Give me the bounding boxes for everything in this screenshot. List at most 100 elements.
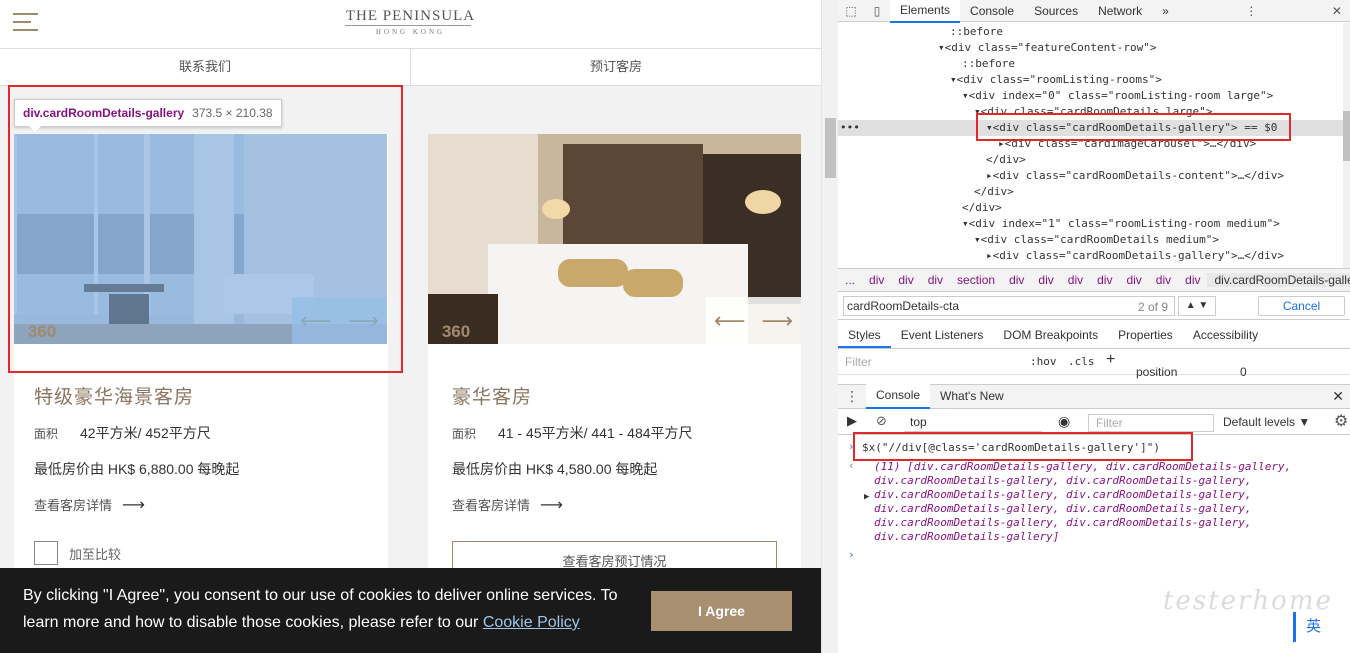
breadcrumb: ... div div div section div div div div div div div… [838,268,1350,292]
nav-book-room[interactable]: 预订客房 [411,49,821,85]
clear-console-icon[interactable]: ⊘ [876,413,887,429]
nav-contact-us[interactable]: 联系我们 [0,49,411,85]
top-nav: 联系我们 预订客房 [0,48,821,86]
device-toolbar-icon[interactable]: ▯ [864,4,890,18]
close-icon[interactable]: ✕ [1324,4,1350,18]
room-details-label: 查看客房详情 [34,498,113,513]
tab-console[interactable]: Console [960,0,1024,22]
360-view-icon[interactable]: 360 [430,322,482,342]
check-availability-button[interactable]: 查看客房预订情况 [452,541,777,571]
console-result[interactable]: (11) [div.cardRoomDetails-gallery, div.c… [874,460,1344,544]
dom-node[interactable]: ▸<div class="cardRoomDetails-content">…<… [838,168,1343,184]
drawer-tab-whats-new[interactable]: What's New [930,385,1014,408]
drawer-tabbar: ⋮ Console What's New ✕ [838,384,1350,409]
cookie-policy-link[interactable]: Cookie Policy [483,614,580,631]
dom-tree-scrollbar[interactable] [1343,23,1350,268]
search-prev-next[interactable]: ▲ ▼ [1178,296,1216,316]
dom-node[interactable]: ▾<div class="featureContent-row"> [838,40,1343,56]
dom-search-bar: cardRoomDetails-cta 2 of 9 ▲ ▼ Cancel [838,292,1350,320]
breadcrumb-item[interactable]: div [862,273,891,287]
drawer-tab-console[interactable]: Console [866,384,931,409]
breadcrumb-item[interactable]: section [950,273,1002,287]
scrollbar-thumb[interactable] [825,118,836,178]
dom-node[interactable]: </div> [838,200,1343,216]
expand-arrow-icon[interactable]: ▶ [864,492,869,502]
breadcrumb-item[interactable]: div [1002,273,1031,287]
dom-node[interactable]: ▾<div index="1" class="roomListing-room … [838,216,1343,232]
console-filter-input[interactable]: Filter [1088,414,1214,432]
tab-accessibility[interactable]: Accessibility [1183,322,1268,348]
drawer-menu-icon[interactable]: ⋮ [838,388,866,405]
computed-position-row: position 0 [838,365,1350,383]
console-result-line: div.cardRoomDetails-gallery, div.cardRoo… [874,488,1252,501]
tab-network[interactable]: Network [1088,0,1152,22]
search-cancel-button[interactable]: Cancel [1258,296,1345,316]
console-input-prompt[interactable]: › [848,548,855,561]
breadcrumb-item[interactable]: div [1061,273,1090,287]
room-details-link[interactable]: 查看客房详情 ⟶ [34,495,145,515]
arrow-right-icon: ⟶ [540,497,563,514]
kebab-menu-icon[interactable]: ⋮ [1237,4,1265,18]
tab-styles[interactable]: Styles [838,322,891,348]
dom-node[interactable]: ▾<div class="cardRoomDetails medium"> [838,232,1343,248]
breadcrumb-item[interactable]: div [891,273,920,287]
more-tabs-icon[interactable]: » [1152,0,1179,22]
sidebar-toggle-icon[interactable]: ▶ [847,413,857,429]
console-result-line: div.cardRoomDetails-gallery] [874,530,1060,543]
compare-checkbox[interactable]: 加至比较 [34,541,121,565]
breadcrumb-item[interactable]: div [1090,273,1119,287]
dom-node[interactable]: ::before [838,24,1343,40]
styles-tabbar: Styles Event Listeners DOM Breakpoints P… [838,322,1350,349]
arrow-right-icon: ⟶ [122,497,145,514]
dom-node[interactable]: ▾<div class="roomListing-rooms"> [838,72,1343,88]
breadcrumb-item[interactable]: ... [838,273,862,287]
log-levels-select[interactable]: Default levels ▼ [1223,415,1310,429]
room-card: 360 ⟵ ⟶ 豪华客房 面积 41 - 45平方米/ 441 - 484平方尺 … [428,134,801,574]
eye-icon[interactable]: ◉ [1058,413,1070,430]
ime-indicator[interactable]: 英 [1293,612,1331,642]
room-photo[interactable]: 360 ⟵ ⟶ [428,134,801,344]
room-details-link[interactable]: 查看客房详情 ⟶ [452,495,563,515]
breadcrumb-item[interactable]: div.cardRoomDetails-gallery [1207,273,1350,287]
tab-sources[interactable]: Sources [1024,0,1088,22]
cookie-message: By clicking "I Agree", you consent to ou… [23,582,633,636]
room-price: 最低房价由 HK$ 6,880.00 每晚起 [34,461,240,477]
arrow-left-icon[interactable]: ⟵ [714,308,746,334]
tab-event-listeners[interactable]: Event Listeners [891,322,994,348]
tab-elements[interactable]: Elements [890,0,961,23]
dom-search-input[interactable]: cardRoomDetails-cta 2 of 9 [843,296,1175,316]
dom-node[interactable]: </div> [838,152,1343,168]
room-area: 面积 41 - 45平方米/ 441 - 484平方尺 [452,423,693,443]
page-scrollbar[interactable] [821,0,838,653]
checkbox-square[interactable] [34,541,58,565]
dom-node[interactable]: </div> [838,184,1343,200]
dom-node[interactable]: ::before [838,56,1343,72]
breadcrumb-item[interactable]: div [1149,273,1178,287]
breadcrumb-item[interactable]: div [921,273,950,287]
area-value: 42平方米/ 452平方尺 [80,425,211,441]
property-name: position [1136,365,1178,379]
logo-title[interactable]: THE PENINSULA [0,8,821,25]
breadcrumb-item[interactable]: div [1031,273,1060,287]
gear-icon[interactable]: ⚙ [1334,411,1348,431]
agree-button[interactable]: I Agree [651,591,792,631]
room-title: 特级豪华海景客房 [34,387,195,408]
arrow-right-icon[interactable]: ⟶ [761,308,793,334]
dom-tree: ::before ▾<div class="featureContent-row"… [838,23,1343,268]
room-details-label: 查看客房详情 [452,498,531,513]
console-result-line: div.cardRoomDetails-gallery, div.cardRoo… [874,516,1252,529]
inspect-element-icon[interactable]: ⬚ [838,4,864,18]
scrollbar-thumb[interactable] [1343,111,1350,161]
dom-search-value: cardRoomDetails-cta [847,299,960,313]
logo-divider [345,25,471,26]
console-result-line: div.cardRoomDetails-gallery, div.cardRoo… [874,502,1252,515]
room-price: 最低房价由 HK$ 4,580.00 每晚起 [452,461,658,477]
breadcrumb-item[interactable]: div [1178,273,1207,287]
context-select[interactable]: top [904,414,1042,432]
dom-node[interactable]: ▸<div class="cardRoomDetails-gallery">…<… [838,248,1343,264]
close-icon[interactable]: ✕ [1332,388,1350,405]
dom-node[interactable]: ▾<div index="0" class="roomListing-room … [838,88,1343,104]
tab-properties[interactable]: Properties [1108,322,1183,348]
breadcrumb-item[interactable]: div [1119,273,1148,287]
tab-dom-breakpoints[interactable]: DOM Breakpoints [993,322,1108,348]
